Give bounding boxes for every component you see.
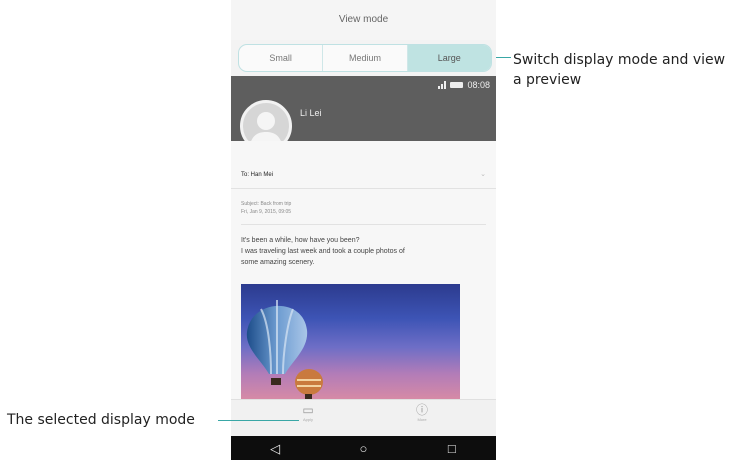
page-title: View mode	[231, 0, 496, 40]
phone-screen: View mode Small Medium Large 08:08 Li Le…	[231, 0, 496, 460]
recipient-label: To: Han Mei	[241, 172, 274, 178]
chevron-down-icon: ⌄	[480, 171, 486, 178]
apply-icon: ▭	[302, 403, 314, 417]
signal-icon	[438, 81, 447, 89]
status-time: 08:08	[467, 80, 490, 90]
callout-switch-mode: Switch display mode and view a preview	[513, 50, 725, 90]
info-icon: ⓘ	[415, 403, 428, 417]
subject-block: Subject: Back from trip Fri, Jan 9, 2015…	[241, 200, 291, 216]
home-icon[interactable]: ○	[348, 442, 378, 455]
recents-icon[interactable]: □	[437, 442, 467, 455]
message-line-3: some amazing scenery.	[241, 259, 315, 266]
recipient-row: To: Han Mei ⌄	[231, 166, 496, 189]
sender-name: Li Lei	[300, 108, 322, 118]
hot-air-balloon-image	[246, 300, 323, 399]
view-mode-large[interactable]: Large	[407, 45, 491, 71]
callout-line-switch	[496, 57, 511, 58]
callout-line-selected	[218, 420, 299, 421]
email-preview-body: To: Han Mei ⌄ Subject: Back from trip Fr…	[231, 141, 496, 399]
bottom-action-bar: ▭ Apply ⓘ More	[231, 399, 496, 437]
back-icon[interactable]: ◁	[260, 442, 290, 455]
callout-switch-line-2: a preview	[513, 72, 582, 88]
message-line-1: It's been a while, how have you been?	[241, 237, 360, 244]
more-button[interactable]: ⓘ More	[407, 403, 437, 422]
divider	[241, 224, 486, 225]
android-nav-bar: ◁ ○ □	[231, 436, 496, 460]
more-label: More	[417, 417, 427, 422]
view-mode-small[interactable]: Small	[239, 45, 324, 71]
callout-selected-mode: The selected display mode	[7, 412, 195, 428]
balloon-photo	[241, 284, 460, 399]
view-mode-medium[interactable]: Medium	[323, 45, 408, 71]
message-line-2: I was traveling last week and took a cou…	[241, 248, 405, 255]
view-mode-selector: Small Medium Large	[238, 44, 492, 72]
subject-line: Subject: Back from trip	[241, 201, 292, 207]
callout-switch-line-1: Switch display mode and view	[513, 52, 726, 68]
date-line: Fri, Jan 9, 2015, 09:05	[241, 209, 292, 215]
message-text: It's been a while, how have you been? I …	[241, 235, 491, 268]
status-bar: 08:08	[438, 80, 490, 90]
battery-icon	[450, 82, 464, 88]
